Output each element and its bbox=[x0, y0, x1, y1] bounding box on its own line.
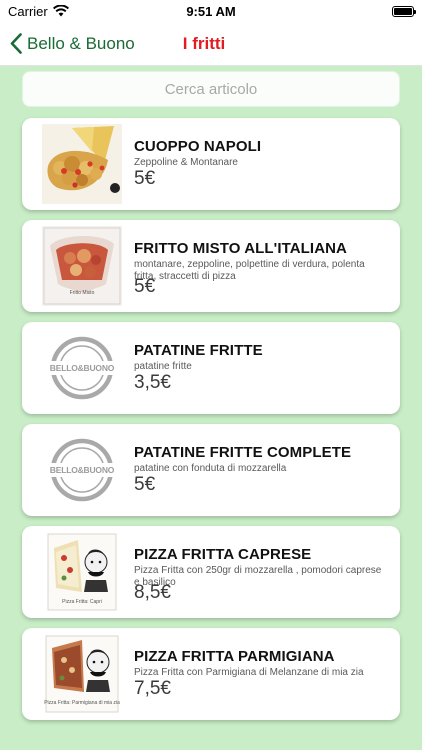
product-price: 3,5€ bbox=[134, 372, 171, 393]
product-card-patatine-fritte-complete[interactable]: BELLO&BUONO PATATINE FRITTE COMPLETE pat… bbox=[22, 424, 400, 516]
product-info: CUOPPO NAPOLI Zeppoline & Montanare 5€ bbox=[134, 118, 396, 210]
pizza-parmigiana-illustration: Pizza Fritta: Parmigiana di mia zia bbox=[42, 634, 122, 714]
logo-text: BELLO&BUONO bbox=[49, 465, 115, 475]
carrier-label: Carrier bbox=[8, 3, 48, 19]
logo-text: BELLO&BUONO bbox=[49, 363, 115, 373]
product-card-pizza-fritta-parmigiana[interactable]: Pizza Fritta: Parmigiana di mia zia PIZZ… bbox=[22, 628, 400, 720]
navigation-bar: Bello & Buono I fritti bbox=[0, 22, 422, 66]
product-name: CUOPPO NAPOLI bbox=[134, 138, 262, 155]
page-title: I fritti bbox=[182, 33, 226, 53]
bello-buono-logo: BELLO&BUONO bbox=[42, 328, 122, 408]
product-description: patatine con fonduta di mozzarella bbox=[134, 463, 287, 474]
back-button[interactable]: Bello & Buono bbox=[10, 33, 135, 54]
search-input[interactable] bbox=[23, 71, 399, 107]
search-bar bbox=[22, 71, 400, 107]
product-card-cuoppo-napoli[interactable]: CUOPPO NAPOLI Zeppoline & Montanare 5€ bbox=[22, 118, 400, 210]
bello-buono-logo: BELLO&BUONO bbox=[42, 430, 122, 510]
product-info: PATATINE FRITTE patatine fritte 3,5€ bbox=[134, 322, 396, 414]
product-description: Pizza Fritta con Parmigiana di Melanzane… bbox=[134, 667, 364, 678]
product-price: 5€ bbox=[134, 276, 156, 297]
product-name: FRITTO MISTO ALL'ITALIANA bbox=[134, 240, 347, 257]
image-caption: Fritto Misto bbox=[69, 290, 95, 296]
battery-icon bbox=[392, 5, 416, 17]
status-bar: Carrier 9:51 AM bbox=[0, 0, 422, 22]
product-description: patatine fritte bbox=[134, 361, 192, 372]
chevron-left-icon bbox=[10, 33, 22, 54]
product-info: PIZZA FRITTA PARMIGIANA Pizza Fritta con… bbox=[134, 628, 396, 720]
product-card-pizza-fritta-caprese[interactable]: Pizza Fritta: Capri PIZZA FRITTA CAPRESE… bbox=[22, 526, 400, 618]
pizza-caprese-illustration: Pizza Fritta: Capri bbox=[42, 532, 122, 612]
product-info: PIZZA FRITTA CAPRESE Pizza Fritta con 25… bbox=[134, 526, 396, 618]
image-caption: Pizza Fritta: Capri bbox=[62, 599, 102, 605]
product-description: Pizza Fritta con 250gr di mozzarella , p… bbox=[134, 565, 382, 588]
product-info: PATATINE FRITTE COMPLETE patatine con fo… bbox=[134, 424, 396, 516]
wifi-icon bbox=[52, 5, 69, 17]
fritto-misto-photo: Fritto Misto bbox=[42, 226, 122, 306]
status-left: Carrier bbox=[8, 4, 69, 19]
product-price: 8,5€ bbox=[134, 582, 171, 603]
product-card-patatine-fritte[interactable]: BELLO&BUONO PATATINE FRITTE patatine fri… bbox=[22, 322, 400, 414]
product-description: montanare, zeppoline, polpettine di verd… bbox=[134, 259, 365, 282]
product-name: PATATINE FRITTE COMPLETE bbox=[134, 444, 352, 461]
back-button-label: Bello & Buono bbox=[27, 33, 135, 53]
product-price: 7,5€ bbox=[134, 678, 171, 699]
product-info: FRITTO MISTO ALL'ITALIANA montanare, zep… bbox=[134, 220, 396, 312]
cuoppo-photo bbox=[42, 124, 122, 204]
product-name: PATATINE FRITTE bbox=[134, 342, 263, 359]
product-name: PIZZA FRITTA PARMIGIANA bbox=[134, 648, 335, 665]
content-area: CUOPPO NAPOLI Zeppoline & Montanare 5€ F… bbox=[0, 66, 422, 750]
product-price: 5€ bbox=[134, 474, 156, 495]
product-description: Zeppoline & Montanare bbox=[134, 157, 238, 168]
product-name: PIZZA FRITTA CAPRESE bbox=[134, 546, 312, 563]
image-caption: Pizza Fritta: Parmigiana di mia zia bbox=[44, 700, 120, 706]
product-card-fritto-misto[interactable]: Fritto Misto FRITTO MISTO ALL'ITALIANA m… bbox=[22, 220, 400, 312]
product-price: 5€ bbox=[134, 168, 156, 189]
